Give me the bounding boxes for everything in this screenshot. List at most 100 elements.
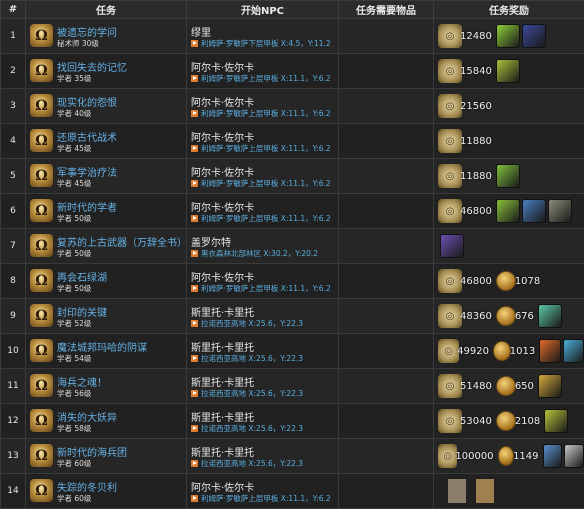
- npc-location-link[interactable]: 利姆萨·罗敏萨上层甲板 X:11.1，Y:6.2: [191, 108, 331, 119]
- rewards-cell: ◎11880: [434, 124, 584, 159]
- npc-location-link[interactable]: 黑衣森林北部林区 X:30.2，Y:20.2: [191, 248, 318, 259]
- npc-cell: 缪里利姆萨·罗敏萨下层甲板 X:4.5，Y:11.2: [187, 19, 339, 54]
- quest-table: # 任务 开始NPC 任务需要物品 任务奖励 1Ω被遗忘的学问秘术师 30级缪里…: [0, 0, 584, 509]
- npc-name: 阿尔卡·佐尔卡: [191, 129, 254, 144]
- npc-name: 斯里托·卡里托: [191, 374, 254, 389]
- npc-location-link[interactable]: 利姆萨·罗敏萨上层甲板 X:11.1，Y:6.2: [191, 493, 331, 504]
- npc-location-link[interactable]: 利姆萨·罗敏萨上层甲板 X:11.1，Y:6.2: [191, 213, 331, 224]
- quest-icon: Ω: [30, 269, 53, 292]
- row-number: 12: [1, 404, 26, 439]
- row-number: 14: [1, 474, 26, 509]
- npc-location-link[interactable]: 拉诺西亚高地 X:25.6，Y:22.3: [191, 388, 303, 399]
- rewards-cell: ◎48360676: [434, 299, 584, 334]
- rewards-list: ◎499201013: [434, 334, 584, 368]
- quest-title-link[interactable]: 消失的大妖异: [57, 409, 117, 424]
- rewards-list: ◎46800: [434, 194, 584, 228]
- rewards-list: ◎530402108: [434, 404, 584, 438]
- npc-name: 阿尔卡·佐尔卡: [191, 59, 254, 74]
- reward-item-icon[interactable]: [496, 59, 520, 83]
- required-items-cell: [339, 369, 434, 404]
- npc-location-text: 拉诺西亚高地 X:25.6，Y:22.3: [201, 458, 303, 469]
- rewards-list: ◎1000001149: [434, 439, 584, 473]
- quest-title-link[interactable]: 魔法城邦玛哈的阴谋: [57, 339, 147, 354]
- reward-item-icon[interactable]: [440, 234, 464, 258]
- map-flag-icon: [191, 180, 198, 187]
- npc-location-link[interactable]: 利姆萨·罗敏萨下层甲板 X:4.5，Y:11.2: [191, 38, 331, 49]
- reward-item-icon[interactable]: [522, 199, 546, 223]
- allied-seal-icon: [496, 271, 516, 291]
- quest-title-link[interactable]: 失踪的冬贝利: [57, 479, 117, 494]
- npc-location-link[interactable]: 拉诺西亚高地 X:25.6，Y:22.3: [191, 353, 303, 364]
- map-flag-icon: [191, 250, 198, 257]
- gil-icon: ◎: [438, 374, 462, 398]
- reward-item-icon[interactable]: [538, 374, 562, 398]
- npc-name: 阿尔卡·佐尔卡: [191, 199, 254, 214]
- quest-title-link[interactable]: 再会石绿湖: [57, 269, 107, 284]
- gil-icon: ◎: [438, 199, 462, 223]
- quest-title-link[interactable]: 海兵之魂！: [57, 374, 107, 389]
- quest-icon: Ω: [30, 409, 53, 432]
- map-flag-icon: [191, 460, 198, 467]
- rewards-cell: ◎46800: [434, 194, 584, 229]
- quest-title-link[interactable]: 被遗忘的学问: [57, 24, 117, 39]
- row-number: 8: [1, 264, 26, 299]
- npc-location-link[interactable]: 拉诺西亚高地 X:25.6，Y:22.3: [191, 458, 303, 469]
- header-required-items: 任务需要物品: [339, 1, 434, 19]
- quest-icon: Ω: [30, 479, 53, 502]
- quest-title-link[interactable]: 复苏的上古武器（万辞全书）: [57, 234, 187, 249]
- row-number: 1: [1, 19, 26, 54]
- table-row: 3Ω现实化的怨恨学者 40级阿尔卡·佐尔卡利姆萨·罗敏萨上层甲板 X:11.1，…: [1, 89, 584, 124]
- quest-level: 学者 56级: [57, 388, 91, 399]
- npc-location-link[interactable]: 利姆萨·罗敏萨上层甲板 X:11.1，Y:6.2: [191, 73, 331, 84]
- reward-item-icon[interactable]: [496, 199, 520, 223]
- rewards-cell: ◎499201013: [434, 334, 584, 369]
- reward-placeholder-icon: [448, 479, 466, 503]
- quest-cell: Ω魔法城邦玛哈的阴谋学者 54级: [26, 334, 187, 369]
- npc-location-text: 黑衣森林北部林区 X:30.2，Y:20.2: [201, 248, 318, 259]
- quest-title-link[interactable]: 找回失去的记忆: [57, 59, 127, 74]
- map-flag-icon: [191, 495, 198, 502]
- map-flag-icon: [191, 320, 198, 327]
- npc-cell: 斯里托·卡里托拉诺西亚高地 X:25.6，Y:22.3: [187, 404, 339, 439]
- required-items-cell: [339, 19, 434, 54]
- required-items-cell: [339, 299, 434, 334]
- npc-location-text: 利姆萨·罗敏萨上层甲板 X:11.1，Y:6.2: [201, 143, 331, 154]
- reward-item-icon[interactable]: [564, 444, 584, 468]
- quest-title-link[interactable]: 封印的关键: [57, 304, 107, 319]
- npc-location-text: 利姆萨·罗敏萨下层甲板 X:4.5，Y:11.2: [201, 38, 331, 49]
- npc-name: 斯里托·卡里托: [191, 409, 254, 424]
- npc-location-link[interactable]: 利姆萨·罗敏萨上层甲板 X:11.1，Y:6.2: [191, 143, 331, 154]
- table-row: 12Ω消失的大妖异学者 58级斯里托·卡里托拉诺西亚高地 X:25.6，Y:22…: [1, 404, 584, 439]
- quest-level: 学者 54级: [57, 353, 91, 364]
- reward-item-icon[interactable]: [496, 164, 520, 188]
- gil-amount: 11880: [460, 136, 492, 147]
- rewards-cell: ◎530402108: [434, 404, 584, 439]
- quest-title-link[interactable]: 新时代的学者: [57, 199, 117, 214]
- required-items-cell: [339, 89, 434, 124]
- npc-location-link[interactable]: 利姆萨·罗敏萨上层甲板 X:11.1，Y:6.2: [191, 283, 331, 294]
- quest-title-link[interactable]: 现实化的怨恨: [57, 94, 117, 109]
- quest-title-link[interactable]: 还原古代战术: [57, 129, 117, 144]
- reward-item-icon[interactable]: [544, 409, 568, 433]
- quest-title-link[interactable]: 新时代的海兵团: [57, 444, 127, 459]
- npc-location-link[interactable]: 拉诺西亚高地 X:25.6，Y:22.3: [191, 318, 303, 329]
- npc-location-link[interactable]: 利姆萨·罗敏萨上层甲板 X:11.1，Y:6.2: [191, 178, 331, 189]
- reward-item-icon[interactable]: [543, 444, 563, 468]
- reward-item-icon[interactable]: [522, 24, 546, 48]
- quest-title-link[interactable]: 军事学治疗法: [57, 164, 117, 179]
- reward-item-icon[interactable]: [548, 199, 572, 223]
- quest-level: 学者 45级: [57, 178, 91, 189]
- npc-location-text: 拉诺西亚高地 X:25.6，Y:22.3: [201, 388, 303, 399]
- npc-location-link[interactable]: 拉诺西亚高地 X:25.6，Y:22.3: [191, 423, 303, 434]
- quest-icon: Ω: [30, 199, 53, 222]
- npc-name: 阿尔卡·佐尔卡: [191, 94, 254, 109]
- reward-item-icon[interactable]: [539, 339, 560, 363]
- gil-icon: ◎: [438, 269, 462, 293]
- reward-item-icon[interactable]: [538, 304, 562, 328]
- seal-amount: 676: [515, 311, 534, 322]
- npc-cell: 斯里托·卡里托拉诺西亚高地 X:25.6，Y:22.3: [187, 369, 339, 404]
- table-row: 13Ω新时代的海兵团学者 60级斯里托·卡里托拉诺西亚高地 X:25.6，Y:2…: [1, 439, 584, 474]
- reward-item-icon[interactable]: [563, 339, 584, 363]
- reward-item-icon[interactable]: [496, 24, 520, 48]
- npc-cell: 阿尔卡·佐尔卡利姆萨·罗敏萨上层甲板 X:11.1，Y:6.2: [187, 474, 339, 509]
